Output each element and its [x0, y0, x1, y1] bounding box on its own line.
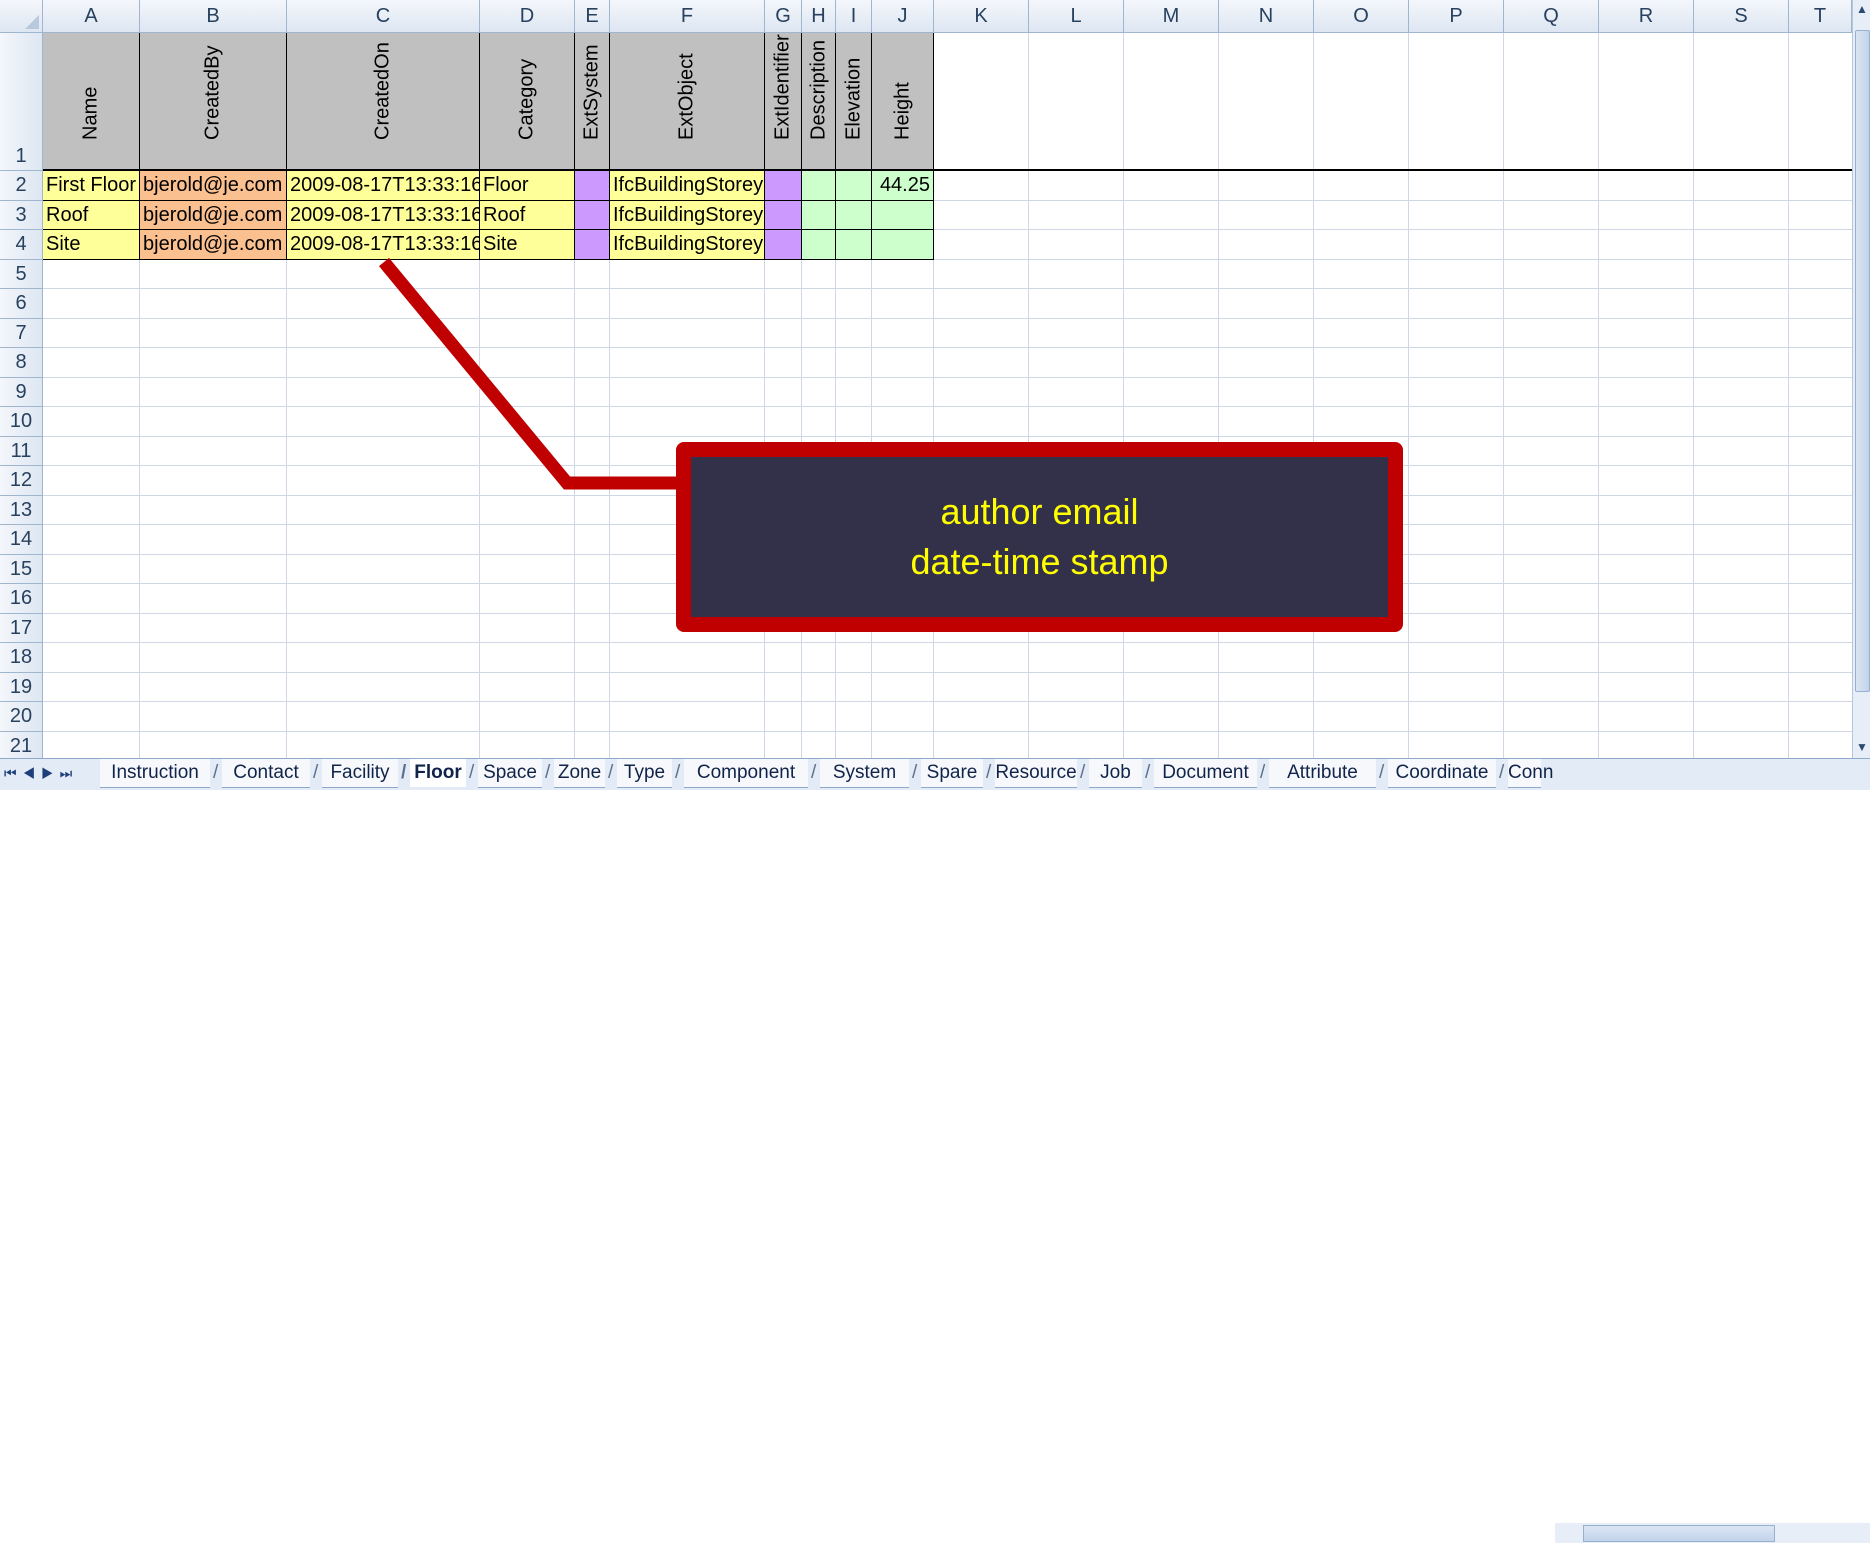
sheet-tab-bar: ⏮◀▶⏭ InstructionContactFacilityFloorSpac… — [0, 758, 1870, 1543]
vertical-scrollbar[interactable]: ▲ ▼ — [1852, 0, 1870, 758]
sheet-tab-conn[interactable]: Conn — [1499, 759, 1553, 788]
horizontal-scroll-thumb[interactable] — [1583, 1525, 1775, 1542]
callout-line-2: date-time stamp — [910, 541, 1169, 582]
scroll-down-icon[interactable]: ▼ — [1853, 738, 1870, 756]
sheet-tab-coordinate[interactable]: Coordinate — [1379, 759, 1496, 788]
tab-navigation-icons[interactable]: ⏮◀▶⏭ — [4, 765, 78, 782]
sheet-tab-facility[interactable]: Facility — [313, 759, 398, 788]
vertical-scroll-thumb[interactable] — [1855, 30, 1870, 692]
sheet-tab-job[interactable]: Job — [1080, 759, 1142, 788]
callout-pointer-line — [378, 257, 690, 490]
sheet-tab-resource[interactable]: Resource — [986, 759, 1077, 788]
sheet-tab-system[interactable]: System — [811, 759, 909, 788]
sheet-tab-spare[interactable]: Spare — [912, 759, 983, 788]
scroll-up-icon[interactable]: ▲ — [1853, 0, 1870, 18]
callout-line-1: author email — [940, 491, 1139, 532]
sheet-tab-floor[interactable]: Floor — [401, 759, 466, 787]
sheet-tab-document[interactable]: Document — [1145, 759, 1257, 788]
sheet-tab-instruction[interactable]: Instruction — [100, 759, 210, 788]
sheet-tab-space[interactable]: Space — [469, 759, 542, 788]
horizontal-scrollbar[interactable] — [1555, 1523, 1870, 1543]
sheet-tab-type[interactable]: Type — [608, 759, 672, 788]
annotation-callout: author email date-time stamp — [676, 442, 1403, 632]
sheet-tab-attribute[interactable]: Attribute — [1260, 759, 1376, 788]
sheet-tab-component[interactable]: Component — [675, 759, 808, 788]
sheet-tab-contact[interactable]: Contact — [213, 759, 310, 788]
sheet-tab-zone[interactable]: Zone — [545, 759, 605, 788]
